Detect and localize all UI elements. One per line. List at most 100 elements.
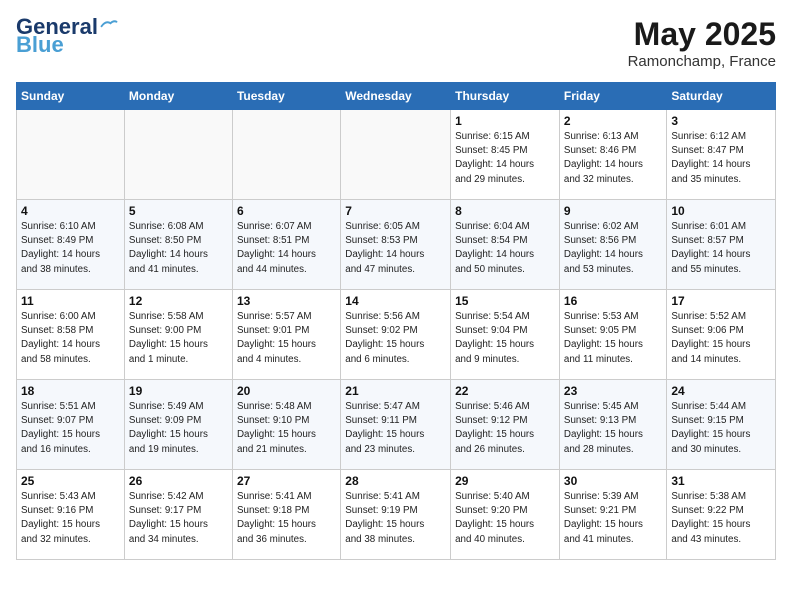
calendar-cell: 22 Sunrise: 5:46 AM Sunset: 9:12 PM Dayli… <box>451 380 560 470</box>
day-info: Sunrise: 5:38 AM Sunset: 9:22 PM Dayligh… <box>671 490 771 547</box>
day-number: 12 <box>129 294 228 308</box>
day-number: 11 <box>21 294 120 308</box>
day-number: 28 <box>345 474 446 488</box>
day-info: Sunrise: 6:10 AM Sunset: 8:49 PM Dayligh… <box>21 220 120 277</box>
day-info: Sunrise: 5:52 AM Sunset: 9:06 PM Dayligh… <box>671 310 771 367</box>
day-number: 25 <box>21 474 120 488</box>
weekday-header-sunday: Sunday <box>17 83 125 110</box>
calendar-cell: 26 Sunrise: 5:42 AM Sunset: 9:17 PM Dayli… <box>124 470 232 560</box>
day-number: 13 <box>237 294 336 308</box>
day-info: Sunrise: 5:58 AM Sunset: 9:00 PM Dayligh… <box>129 310 228 367</box>
day-number: 17 <box>671 294 771 308</box>
calendar-cell: 28 Sunrise: 5:41 AM Sunset: 9:19 PM Dayli… <box>341 470 451 560</box>
day-number: 21 <box>345 384 446 398</box>
weekday-header-thursday: Thursday <box>451 83 560 110</box>
calendar-cell: 21 Sunrise: 5:47 AM Sunset: 9:11 PM Dayli… <box>341 380 451 470</box>
day-info: Sunrise: 6:00 AM Sunset: 8:58 PM Dayligh… <box>21 310 120 367</box>
day-number: 22 <box>455 384 555 398</box>
day-info: Sunrise: 6:01 AM Sunset: 8:57 PM Dayligh… <box>671 220 771 277</box>
day-info: Sunrise: 5:39 AM Sunset: 9:21 PM Dayligh… <box>564 490 662 547</box>
day-info: Sunrise: 6:05 AM Sunset: 8:53 PM Dayligh… <box>345 220 446 277</box>
calendar-table: SundayMondayTuesdayWednesdayThursdayFrid… <box>16 82 776 560</box>
day-number: 16 <box>564 294 662 308</box>
day-number: 3 <box>671 114 771 128</box>
weekday-header-friday: Friday <box>559 83 666 110</box>
calendar-cell: 11 Sunrise: 6:00 AM Sunset: 8:58 PM Dayli… <box>17 290 125 380</box>
day-info: Sunrise: 5:41 AM Sunset: 9:19 PM Dayligh… <box>345 490 446 547</box>
day-info: Sunrise: 6:04 AM Sunset: 8:54 PM Dayligh… <box>455 220 555 277</box>
day-info: Sunrise: 5:51 AM Sunset: 9:07 PM Dayligh… <box>21 400 120 457</box>
day-info: Sunrise: 5:42 AM Sunset: 9:17 PM Dayligh… <box>129 490 228 547</box>
calendar-week-row: 1 Sunrise: 6:15 AM Sunset: 8:45 PM Daylig… <box>17 110 776 200</box>
weekday-header-saturday: Saturday <box>667 83 776 110</box>
logo: General Blue <box>16 16 118 56</box>
day-number: 29 <box>455 474 555 488</box>
calendar-cell: 7 Sunrise: 6:05 AM Sunset: 8:53 PM Daylig… <box>341 200 451 290</box>
day-number: 6 <box>237 204 336 218</box>
day-info: Sunrise: 5:46 AM Sunset: 9:12 PM Dayligh… <box>455 400 555 457</box>
calendar-cell: 27Sunrise: 5:41 AM Sunset: 9:18 PM Dayli… <box>232 470 340 560</box>
day-info: Sunrise: 5:43 AM Sunset: 9:16 PM Dayligh… <box>21 490 120 547</box>
calendar-cell: 6 Sunrise: 6:07 AM Sunset: 8:51 PM Daylig… <box>232 200 340 290</box>
day-number: 4 <box>21 204 120 218</box>
calendar-week-row: 25 Sunrise: 5:43 AM Sunset: 9:16 PM Dayli… <box>17 470 776 560</box>
calendar-cell: 10 Sunrise: 6:01 AM Sunset: 8:57 PM Dayli… <box>667 200 776 290</box>
calendar-cell <box>341 110 451 200</box>
calendar-cell: 15Sunrise: 5:54 AM Sunset: 9:04 PM Dayli… <box>451 290 560 380</box>
day-number: 5 <box>129 204 228 218</box>
day-info: Sunrise: 6:08 AM Sunset: 8:50 PM Dayligh… <box>129 220 228 277</box>
page-header: General Blue May 2025 Ramonchamp, France <box>16 16 776 70</box>
calendar-cell: 8Sunrise: 6:04 AM Sunset: 8:54 PM Daylig… <box>451 200 560 290</box>
calendar-week-row: 4 Sunrise: 6:10 AM Sunset: 8:49 PM Daylig… <box>17 200 776 290</box>
calendar-cell: 5 Sunrise: 6:08 AM Sunset: 8:50 PM Daylig… <box>124 200 232 290</box>
day-info: Sunrise: 5:54 AM Sunset: 9:04 PM Dayligh… <box>455 310 555 367</box>
calendar-cell: 29 Sunrise: 5:40 AM Sunset: 9:20 PM Dayli… <box>451 470 560 560</box>
calendar-cell <box>17 110 125 200</box>
day-number: 30 <box>564 474 662 488</box>
calendar-cell: 4 Sunrise: 6:10 AM Sunset: 8:49 PM Daylig… <box>17 200 125 290</box>
weekday-header-tuesday: Tuesday <box>232 83 340 110</box>
calendar-cell: 23Sunrise: 5:45 AM Sunset: 9:13 PM Dayli… <box>559 380 666 470</box>
location-subtitle: Ramonchamp, France <box>628 53 776 70</box>
calendar-cell: 9 Sunrise: 6:02 AM Sunset: 8:56 PM Daylig… <box>559 200 666 290</box>
calendar-cell <box>124 110 232 200</box>
calendar-cell: 19Sunrise: 5:49 AM Sunset: 9:09 PM Dayli… <box>124 380 232 470</box>
calendar-week-row: 11 Sunrise: 6:00 AM Sunset: 8:58 PM Dayli… <box>17 290 776 380</box>
calendar-cell: 2Sunrise: 6:13 AM Sunset: 8:46 PM Daylig… <box>559 110 666 200</box>
calendar-cell: 30 Sunrise: 5:39 AM Sunset: 9:21 PM Dayli… <box>559 470 666 560</box>
day-number: 26 <box>129 474 228 488</box>
day-number: 14 <box>345 294 446 308</box>
calendar-cell: 25 Sunrise: 5:43 AM Sunset: 9:16 PM Dayli… <box>17 470 125 560</box>
calendar-week-row: 18Sunrise: 5:51 AM Sunset: 9:07 PM Dayli… <box>17 380 776 470</box>
calendar-cell <box>232 110 340 200</box>
day-number: 20 <box>237 384 336 398</box>
weekday-header-wednesday: Wednesday <box>341 83 451 110</box>
calendar-cell: 3Sunrise: 6:12 AM Sunset: 8:47 PM Daylig… <box>667 110 776 200</box>
day-info: Sunrise: 5:40 AM Sunset: 9:20 PM Dayligh… <box>455 490 555 547</box>
day-number: 23 <box>564 384 662 398</box>
day-number: 2 <box>564 114 662 128</box>
logo-bird-icon <box>100 17 118 31</box>
weekday-header-row: SundayMondayTuesdayWednesdayThursdayFrid… <box>17 83 776 110</box>
day-info: Sunrise: 6:07 AM Sunset: 8:51 PM Dayligh… <box>237 220 336 277</box>
day-info: Sunrise: 5:47 AM Sunset: 9:11 PM Dayligh… <box>345 400 446 457</box>
day-info: Sunrise: 6:15 AM Sunset: 8:45 PM Dayligh… <box>455 130 555 187</box>
logo-blue: Blue <box>16 34 64 56</box>
calendar-cell: 1 Sunrise: 6:15 AM Sunset: 8:45 PM Daylig… <box>451 110 560 200</box>
day-number: 7 <box>345 204 446 218</box>
calendar-cell: 13 Sunrise: 5:57 AM Sunset: 9:01 PM Dayli… <box>232 290 340 380</box>
calendar-cell: 17 Sunrise: 5:52 AM Sunset: 9:06 PM Dayli… <box>667 290 776 380</box>
day-number: 24 <box>671 384 771 398</box>
day-number: 10 <box>671 204 771 218</box>
day-info: Sunrise: 5:57 AM Sunset: 9:01 PM Dayligh… <box>237 310 336 367</box>
calendar-cell: 14Sunrise: 5:56 AM Sunset: 9:02 PM Dayli… <box>341 290 451 380</box>
calendar-cell: 31 Sunrise: 5:38 AM Sunset: 9:22 PM Dayli… <box>667 470 776 560</box>
day-info: Sunrise: 5:49 AM Sunset: 9:09 PM Dayligh… <box>129 400 228 457</box>
day-number: 1 <box>455 114 555 128</box>
calendar-cell: 24Sunrise: 5:44 AM Sunset: 9:15 PM Dayli… <box>667 380 776 470</box>
calendar-cell: 18Sunrise: 5:51 AM Sunset: 9:07 PM Dayli… <box>17 380 125 470</box>
day-number: 9 <box>564 204 662 218</box>
day-info: Sunrise: 6:02 AM Sunset: 8:56 PM Dayligh… <box>564 220 662 277</box>
day-number: 31 <box>671 474 771 488</box>
title-block: May 2025 Ramonchamp, France <box>628 16 776 70</box>
